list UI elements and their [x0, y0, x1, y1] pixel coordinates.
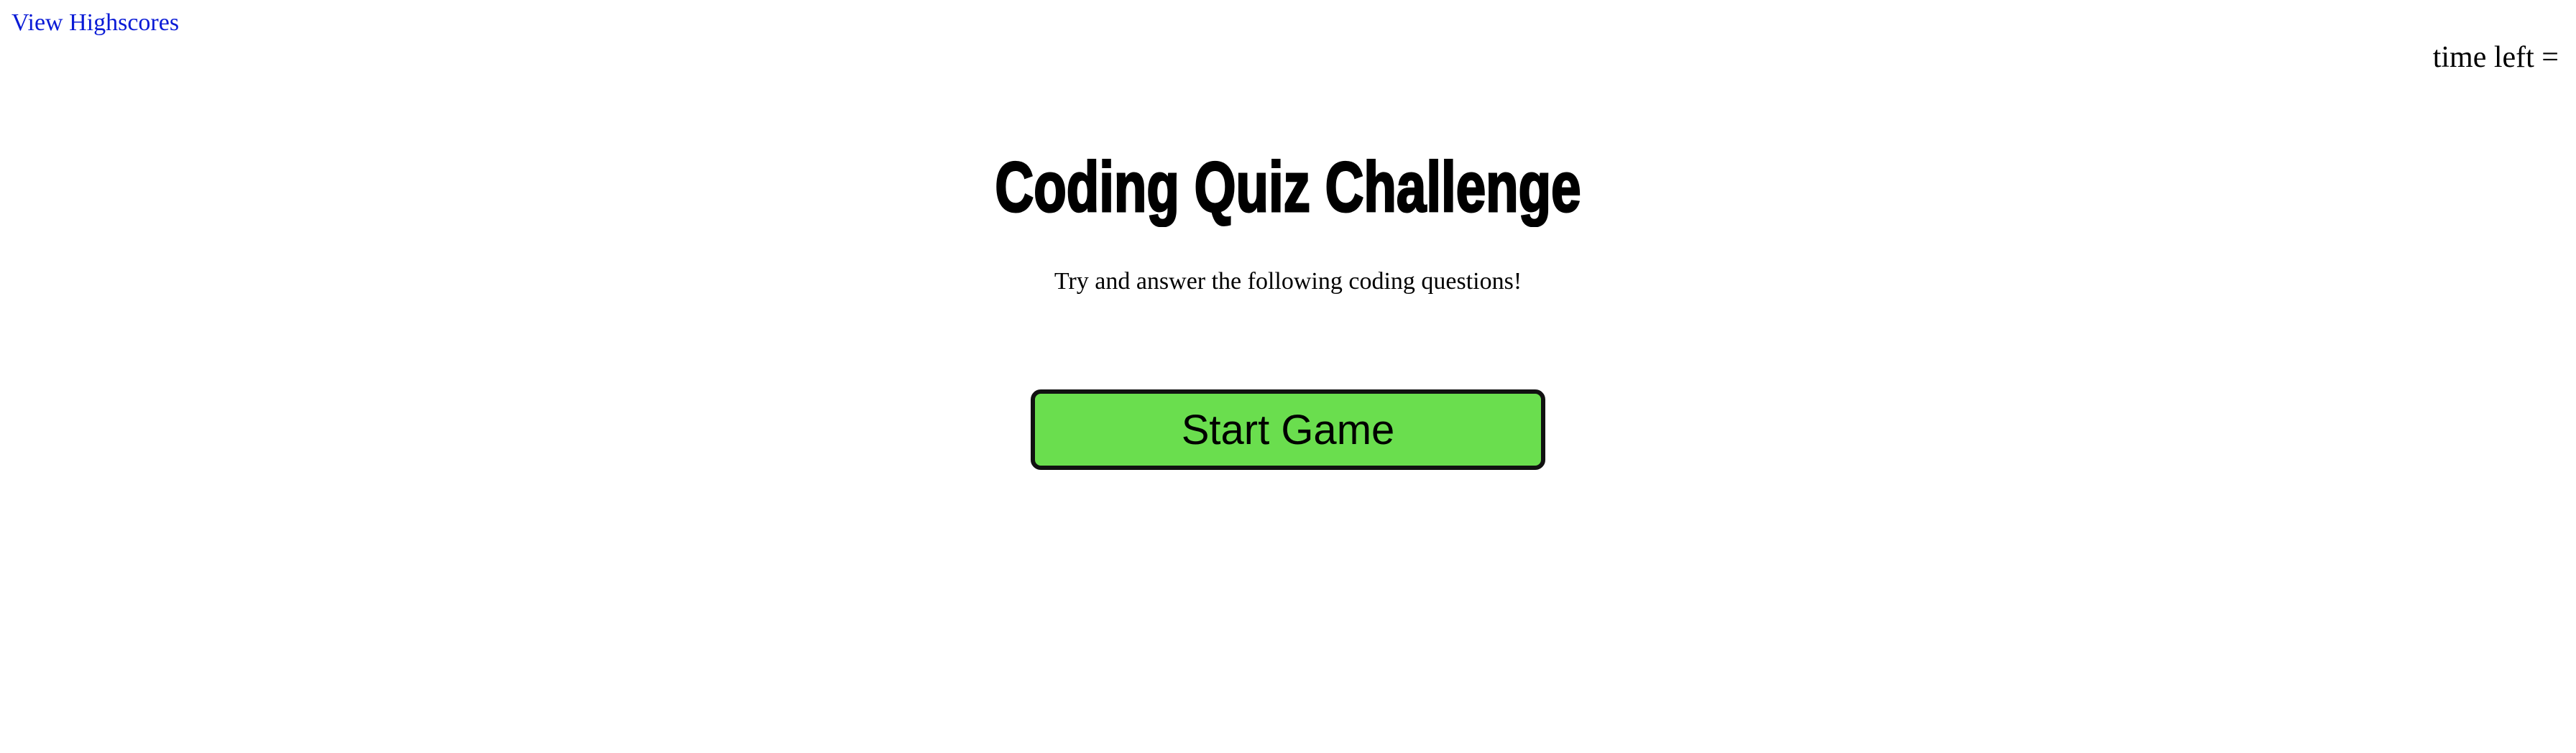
page-title: Coding Quiz Challenge — [994, 147, 1581, 228]
start-game-button[interactable]: Start Game — [1031, 389, 1545, 470]
page-subtitle: Try and answer the following coding ques… — [1054, 268, 1522, 295]
timer: time left = — [2433, 37, 2564, 78]
view-highscores-link[interactable]: View Highscores — [12, 7, 179, 39]
timer-label: time left = — [2432, 41, 2559, 74]
